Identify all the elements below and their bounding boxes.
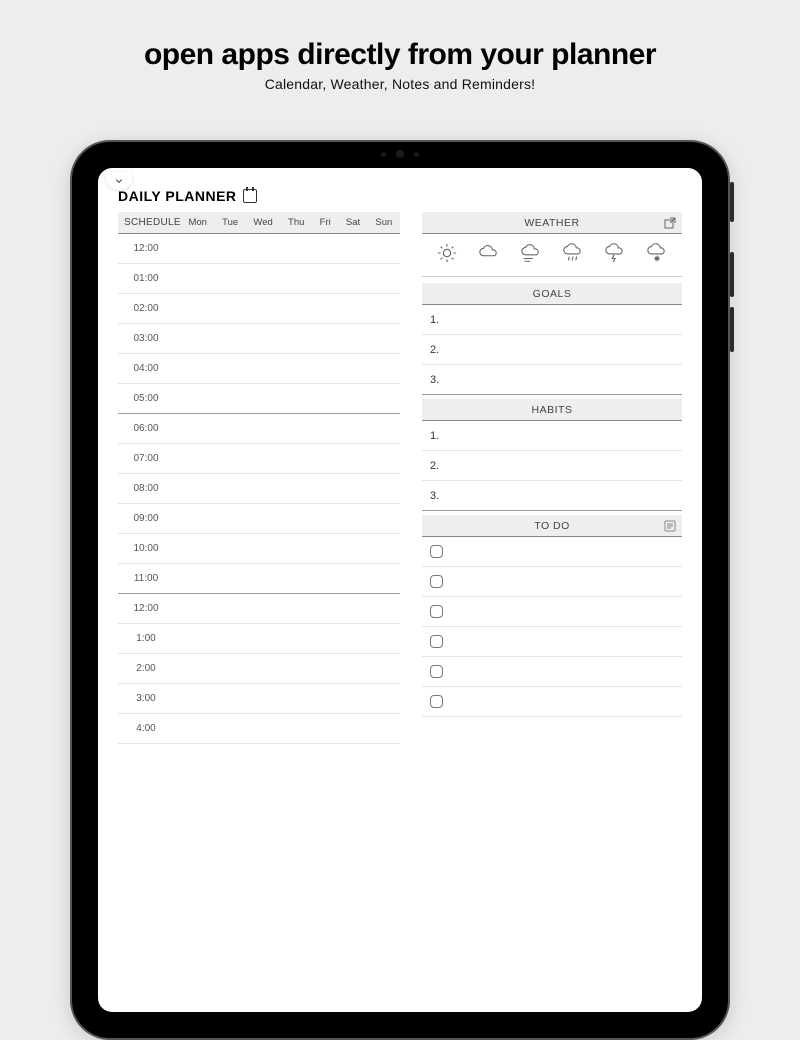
todo-item[interactable] [422, 627, 682, 657]
volume-up-button [730, 252, 734, 297]
day-sun[interactable]: Sun [375, 217, 392, 228]
cloud-icon [478, 242, 500, 264]
schedule-row[interactable]: 1:00 [118, 624, 400, 654]
page-title: DAILY PLANNER [118, 188, 237, 204]
calendar-icon[interactable] [243, 189, 257, 203]
time-label: 09:00 [118, 513, 174, 524]
weather-label: WEATHER [524, 217, 579, 229]
day-tue[interactable]: Tue [222, 217, 238, 228]
todo-label: TO DO [534, 520, 570, 532]
day-sat[interactable]: Sat [346, 217, 360, 228]
todo-checkbox[interactable] [430, 635, 443, 648]
time-label: 01:00 [118, 273, 174, 284]
habit-number: 2. [430, 460, 439, 472]
volume-down-button [730, 307, 734, 352]
time-label: 10:00 [118, 543, 174, 554]
goals-label: GOALS [533, 288, 572, 300]
time-label: 06:00 [118, 423, 174, 434]
weather-header[interactable]: WEATHER [422, 212, 682, 234]
reminders-icon [664, 520, 676, 532]
rain-icon [562, 242, 584, 264]
schedule-row[interactable]: 12:00 [118, 234, 400, 264]
goal-number: 2. [430, 344, 439, 356]
day-fri[interactable]: Fri [320, 217, 331, 228]
todo-header[interactable]: TO DO [422, 515, 682, 537]
habit-number: 1. [430, 430, 439, 442]
todo-item[interactable] [422, 537, 682, 567]
hero-title: open apps directly from your planner [0, 38, 800, 72]
time-label: 07:00 [118, 453, 174, 464]
schedule-row[interactable]: 02:00 [118, 294, 400, 324]
schedule-row[interactable]: 10:00 [118, 534, 400, 564]
todo-item[interactable] [422, 657, 682, 687]
hero-subtitle: Calendar, Weather, Notes and Reminders! [0, 76, 800, 92]
schedule-row[interactable]: 11:00 [118, 564, 400, 594]
storm-icon [604, 242, 626, 264]
screen: DAILY PLANNER SCHEDULE Mon Tue Wed Thu F… [98, 168, 702, 1012]
todo-item[interactable] [422, 597, 682, 627]
schedule-row[interactable]: 03:00 [118, 324, 400, 354]
time-label: 04:00 [118, 363, 174, 374]
habits-label: HABITS [532, 404, 573, 416]
goals-header: GOALS [422, 283, 682, 305]
snow-icon [646, 242, 668, 264]
schedule-row[interactable]: 2:00 [118, 654, 400, 684]
camera-notch [381, 150, 419, 158]
todo-item[interactable] [422, 567, 682, 597]
goal-item[interactable]: 3. [422, 365, 682, 395]
schedule-header: SCHEDULE Mon Tue Wed Thu Fri Sat Sun [118, 212, 400, 234]
schedule-row[interactable]: 09:00 [118, 504, 400, 534]
schedule-row[interactable]: 01:00 [118, 264, 400, 294]
goal-item[interactable]: 1. [422, 305, 682, 335]
right-column: WEATHER GOALS 1. [422, 212, 682, 744]
sun-icon [436, 242, 458, 264]
schedule-row[interactable]: 05:00 [118, 384, 400, 414]
weather-icons [422, 234, 682, 277]
habit-item[interactable]: 1. [422, 421, 682, 451]
todo-item[interactable] [422, 687, 682, 717]
schedule-column: SCHEDULE Mon Tue Wed Thu Fri Sat Sun 12:… [118, 212, 400, 744]
goal-number: 1. [430, 314, 439, 326]
schedule-row[interactable]: 06:00 [118, 414, 400, 444]
schedule-row[interactable]: 04:00 [118, 354, 400, 384]
external-link-icon [664, 217, 676, 229]
day-mon[interactable]: Mon [188, 217, 206, 228]
time-label: 05:00 [118, 393, 174, 404]
time-label: 1:00 [118, 633, 174, 644]
time-label: 11:00 [118, 573, 174, 584]
time-label: 02:00 [118, 303, 174, 314]
todo-checkbox[interactable] [430, 545, 443, 558]
day-labels: Mon Tue Wed Thu Fri Sat Sun [181, 217, 400, 228]
todo-checkbox[interactable] [430, 605, 443, 618]
schedule-row[interactable]: 4:00 [118, 714, 400, 744]
goal-number: 3. [430, 374, 439, 386]
time-label: 08:00 [118, 483, 174, 494]
time-label: 03:00 [118, 333, 174, 344]
wind-icon [520, 242, 542, 264]
day-thu[interactable]: Thu [288, 217, 304, 228]
todo-checkbox[interactable] [430, 665, 443, 678]
power-button [730, 182, 734, 222]
habits-header: HABITS [422, 399, 682, 421]
time-label: 2:00 [118, 663, 174, 674]
schedule-row[interactable]: 12:00 [118, 594, 400, 624]
habit-item[interactable]: 2. [422, 451, 682, 481]
schedule-row[interactable]: 08:00 [118, 474, 400, 504]
schedule-row[interactable]: 3:00 [118, 684, 400, 714]
time-label: 12:00 [118, 243, 174, 254]
schedule-label: SCHEDULE [118, 217, 181, 228]
todo-checkbox[interactable] [430, 575, 443, 588]
habit-item[interactable]: 3. [422, 481, 682, 511]
habit-number: 3. [430, 490, 439, 502]
chevron-down-icon [113, 177, 125, 185]
day-wed[interactable]: Wed [253, 217, 272, 228]
time-label: 3:00 [118, 693, 174, 704]
time-label: 12:00 [118, 603, 174, 614]
goal-item[interactable]: 2. [422, 335, 682, 365]
schedule-row[interactable]: 07:00 [118, 444, 400, 474]
time-label: 4:00 [118, 723, 174, 734]
tablet-frame: DAILY PLANNER SCHEDULE Mon Tue Wed Thu F… [70, 140, 730, 1040]
todo-checkbox[interactable] [430, 695, 443, 708]
